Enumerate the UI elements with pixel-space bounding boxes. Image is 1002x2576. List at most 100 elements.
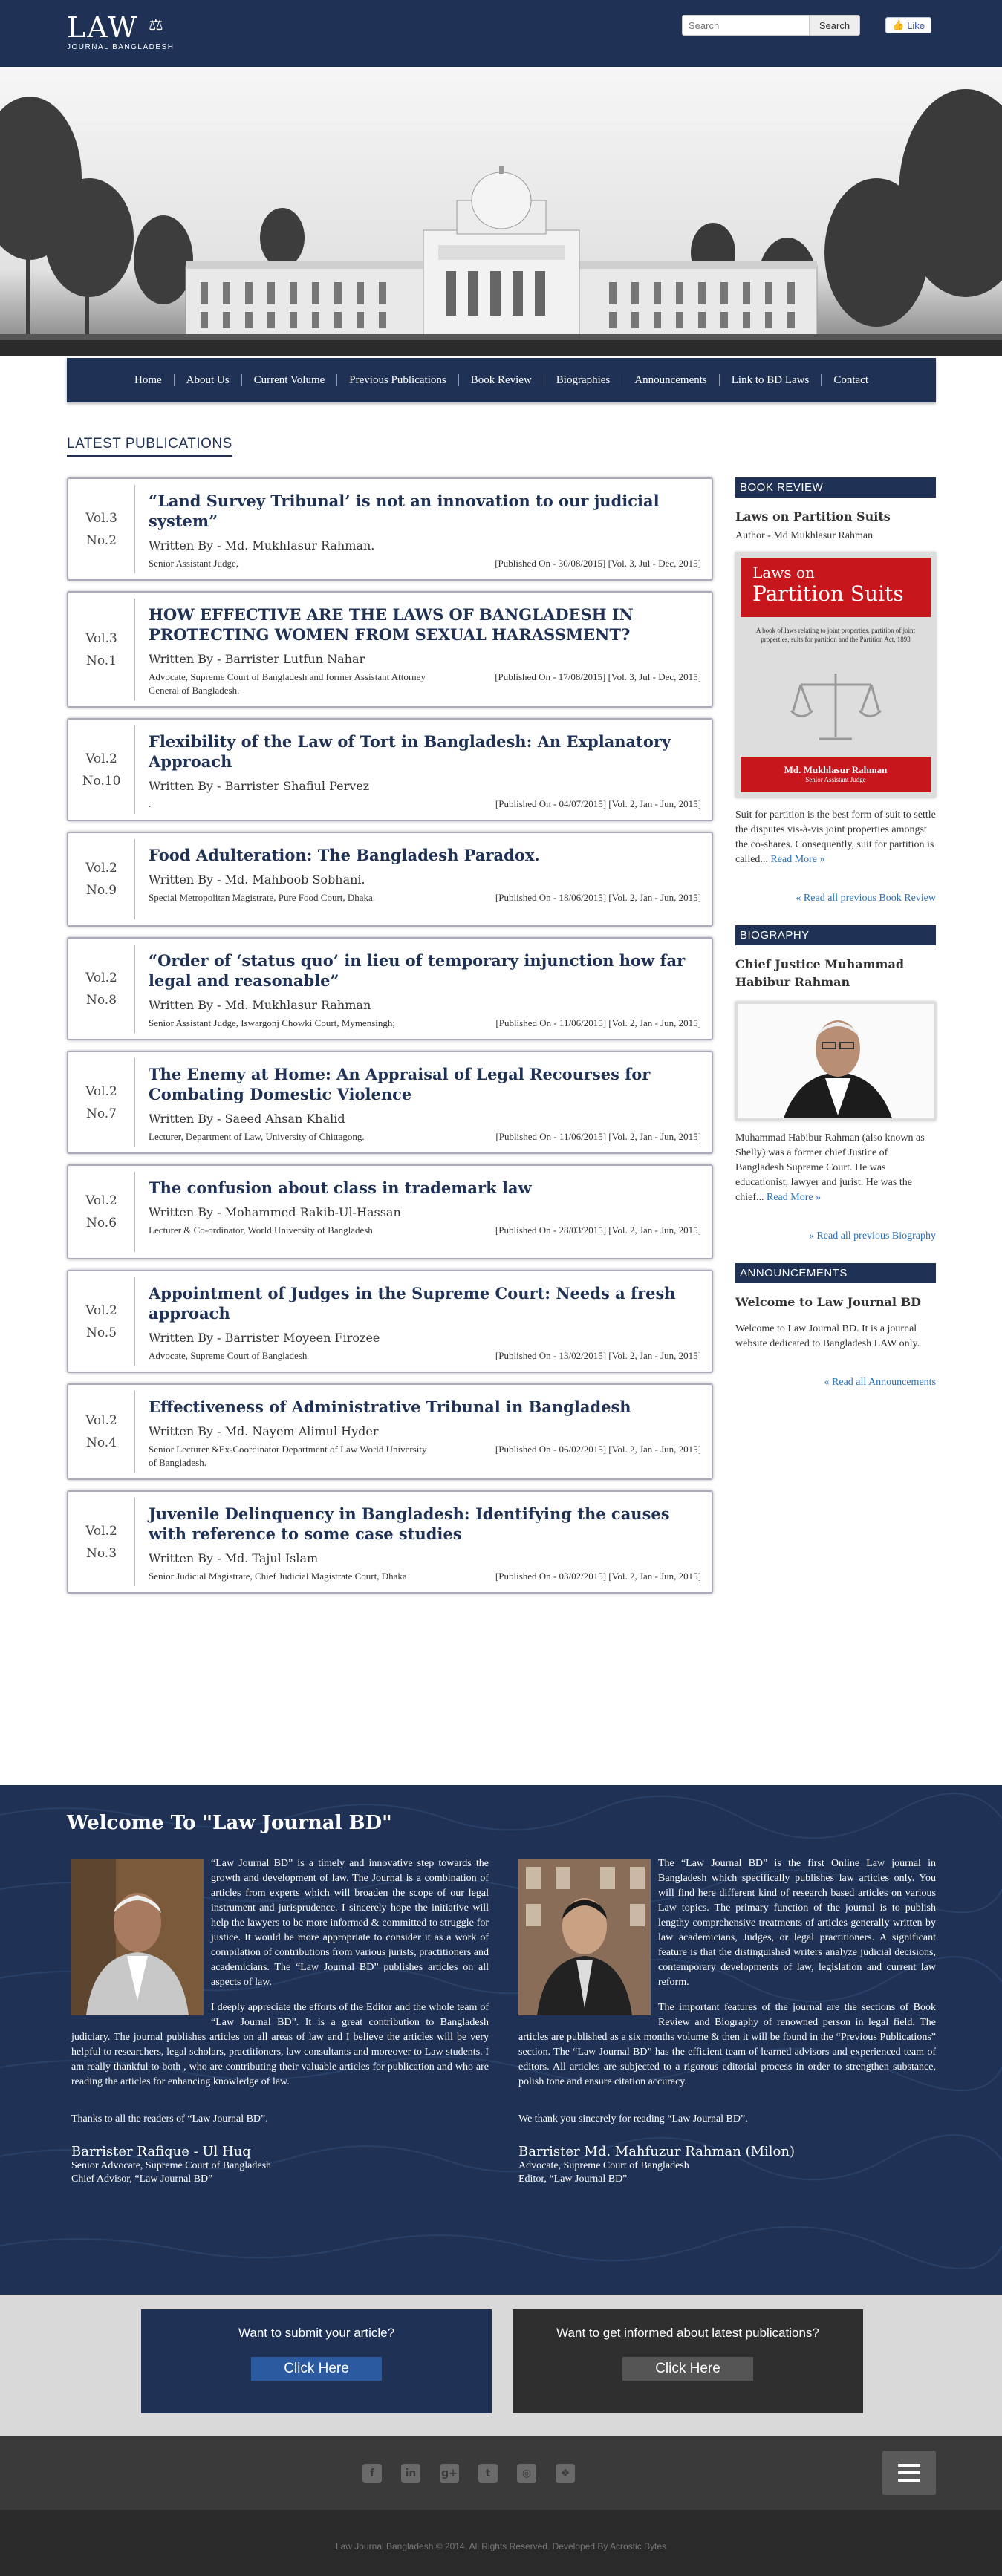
publication-title-link[interactable]: Effectiveness of Administrative Tribunal… [149,1397,701,1417]
nav-about-us[interactable]: About Us [175,374,242,386]
book-review-read-more-link[interactable]: Read More » [770,854,824,865]
volume-number: Vol.2 No.6 [68,1172,135,1252]
copyright-text: Law Journal Bangladesh © 2014. All Right… [0,2510,1002,2576]
volume-label: Vol.3 [85,510,117,526]
get-informed-button[interactable]: Click Here [622,2357,753,2381]
book-review-title[interactable]: Laws on Partition Suits [735,508,936,526]
volume-number: Vol.2 No.8 [68,945,135,1033]
book-cover-title: Partition Suits [752,581,904,606]
submit-article-button[interactable]: Click Here [251,2357,382,2381]
hamburger-menu-icon[interactable] [882,2451,936,2495]
issue-label: No.1 [85,653,117,668]
publication-card[interactable]: Vol.2 No.10 Flexibility of the Law of Tort… [67,718,713,821]
search-button[interactable]: Search [810,15,860,36]
published-info: [Published On - 04/07/2015] [Vol. 2, Jan… [495,798,701,809]
nav-link-to-bd-laws[interactable]: Link to BD Laws [720,374,822,386]
top-header: LAW ⚖ JOURNAL BANGLADESH Search 👍 Like [0,0,1002,67]
publication-title-link[interactable]: The confusion about class in trademark l… [149,1178,701,1198]
biography-heading: BIOGRAPHY [735,925,936,945]
nav-book-review[interactable]: Book Review [459,374,544,386]
published-info: [Published On - 18/06/2015] [Vol. 2, Jan… [495,892,701,903]
publication-title-link[interactable]: “Land Survey Tribunal’ is not an innovat… [149,491,701,531]
publication-card[interactable]: Vol.2 No.5 Appointment of Judges in the Su… [67,1270,713,1373]
biography-read-more-link[interactable]: Read More » [767,1192,821,1203]
author-designation: . [149,798,152,809]
publication-title-link[interactable]: Appointment of Judges in the Supreme Cou… [149,1283,701,1323]
publication-title-link[interactable]: Flexibility of the Law of Tort in Bangla… [149,731,701,772]
nav-contact[interactable]: Contact [822,374,880,386]
publication-title-link[interactable]: The Enemy at Home: An Appraisal of Legal… [149,1064,701,1104]
publication-meta: Lecturer, Department of Law, University … [149,1130,701,1144]
publication-meta: Senior Assistant Judge, Iswargonj Chowki… [149,1017,701,1030]
publication-meta: Senior Assistant Judge, [Published On - 3… [149,557,701,570]
published-info: [Published On - 30/08/2015] [Vol. 3, Jul… [495,558,701,569]
scales-of-justice-icon [790,674,882,740]
publication-author: Written By - Barrister Shafiul Pervez [149,779,370,793]
publication-card[interactable]: Vol.2 No.6 The confusion about class in tr… [67,1164,713,1259]
author-designation: Lecturer & Co-ordinator, World Universit… [149,1225,373,1236]
publication-author: Written By - Md. Mukhlasur Rahman [149,998,371,1012]
facebook-like-button[interactable]: 👍 Like [885,17,932,33]
advisor-photo [71,1859,204,2015]
main-nav: Home About Us Current Volume Previous Pu… [67,358,936,402]
nav-current-volume[interactable]: Current Volume [242,374,338,386]
site-logo[interactable]: LAW ⚖ JOURNAL BANGLADESH [67,13,174,51]
publication-body: The Enemy at Home: An Appraisal of Legal… [135,1052,712,1152]
twitter-icon[interactable]: t [478,2464,498,2483]
biography-text: Muhammad Habibur Rahman (also known as S… [735,1132,925,1203]
publication-title-link[interactable]: Juvenile Delinquency in Bangladesh: Iden… [149,1504,701,1544]
announcement-title[interactable]: Welcome to Law Journal BD [735,1294,936,1311]
dropbox-icon[interactable]: ❖ [556,2464,575,2483]
call-to-action-section: Want to submit your article? Click Here … [0,2295,1002,2436]
book-review-text: Suit for partition is the best form of s… [735,809,936,865]
instagram-icon[interactable]: ◎ [517,2464,536,2483]
search-input[interactable] [682,15,810,36]
publication-author: Written By - Md. Tajul Islam [149,1551,319,1565]
author-designation: Senior Assistant Judge, [149,558,238,569]
linkedin-icon[interactable]: in [401,2464,420,2483]
publication-card[interactable]: Vol.2 No.3 Juvenile Delinquency in Banglad… [67,1490,713,1594]
book-cover-image[interactable]: Laws on Partition Suits A book of laws r… [735,552,936,798]
publication-card[interactable]: Vol.3 No.1 HOW EFFECTIVE ARE THE LAWS OF B… [67,591,713,708]
publication-author: Written By - Mohammed Rakib-Ul-Hassan [149,1205,401,1219]
all-book-reviews-link[interactable]: « Read all previous Book Review [735,893,936,904]
issue-label: No.2 [85,532,117,548]
biography-title[interactable]: Chief Justice Muhammad Habibur Rahman [735,956,936,991]
publication-card[interactable]: Vol.2 No.4 Effectiveness of Administrative… [67,1383,713,1480]
announcement-text: Welcome to Law Journal BD. It is a journ… [735,1323,920,1349]
publication-card[interactable]: Vol.2 No.9 Food Adulteration: The Banglade… [67,832,713,927]
book-cover-title-band: Laws on Partition Suits [741,558,931,617]
facebook-icon[interactable]: f [362,2464,382,2483]
publication-title-link[interactable]: HOW EFFECTIVE ARE THE LAWS OF BANGLADESH… [149,604,701,645]
publication-card[interactable]: Vol.2 No.7 The Enemy at Home: An Appraisal… [67,1051,713,1154]
publication-body: Flexibility of the Law of Tort in Bangla… [135,720,712,820]
publication-author: Written By - Barrister Lutfun Nahar [149,652,365,666]
nav-previous-publications[interactable]: Previous Publications [337,374,459,386]
publication-title-link[interactable]: Food Adulteration: The Bangladesh Parado… [149,845,701,865]
google-plus-icon[interactable]: g+ [440,2464,459,2483]
announcements-heading: ANNOUNCEMENTS [735,1263,936,1283]
editor-designation-2: Editor, “Law Journal BD” [518,2174,628,2185]
volume-label: Vol.3 [85,630,117,646]
all-biographies-link[interactable]: « Read all previous Biography [735,1230,936,1242]
published-info: [Published On - 06/02/2015] [Vol. 2, Jan… [495,1444,701,1455]
editor-name: Barrister Md. Mahfuzur Rahman (Milon) [518,2144,796,2159]
publication-body: “Order of ‘status quo’ in lieu of tempor… [135,939,712,1039]
nav-biographies[interactable]: Biographies [544,374,623,386]
publication-body: Food Adulteration: The Bangladesh Parado… [135,833,712,925]
volume-number: Vol.2 No.5 [68,1277,135,1366]
biography-photo[interactable] [735,1002,936,1121]
volume-label: Vol.2 [85,1523,117,1539]
book-cover-author-band: Md. Mukhlasur Rahman Senior Assistant Ju… [741,757,931,792]
publication-card[interactable]: Vol.3 No.2 “Land Survey Tribunal’ is not a… [67,477,713,581]
all-announcements-link[interactable]: « Read all Announcements [735,1377,936,1389]
publication-body: HOW EFFECTIVE ARE THE LAWS OF BANGLADESH… [135,593,712,706]
issue-label: No.8 [85,992,117,1008]
publication-title-link[interactable]: “Order of ‘status quo’ in lieu of tempor… [149,950,701,991]
publication-body: Effectiveness of Administrative Tribunal… [135,1385,712,1478]
nav-home[interactable]: Home [123,374,175,386]
publication-card[interactable]: Vol.2 No.8 “Order of ‘status quo’ in lieu … [67,937,713,1040]
nav-announcements[interactable]: Announcements [622,374,720,386]
footer: f in g+ t ◎ ❖ [0,2436,1002,2510]
published-info: [Published On - 11/06/2015] [Vol. 2, Jan… [495,1017,701,1028]
